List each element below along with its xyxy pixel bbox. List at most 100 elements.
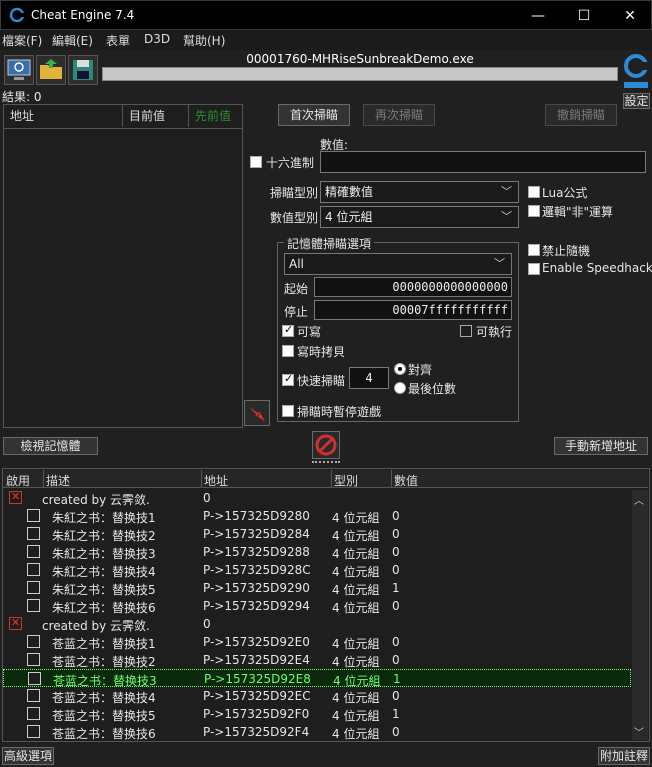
no-random-checkbox[interactable] [528,244,540,256]
value-type-select[interactable]: 4 位元組 ﹀ [320,206,519,228]
table-row[interactable]: 朱紅之书：替换技3 P->157325D9288 4 位元組 0 [3,543,631,561]
splitter-handle[interactable] [312,461,340,464]
group-active-checkbox[interactable] [9,490,22,504]
undo-scan-button[interactable]: 撤銷掃瞄 [545,104,617,126]
table-row[interactable]: 苍蓝之书：替换技2 P->157325D92E4 4 位元組 0 [3,651,631,669]
table-row[interactable]: 朱紅之书：替换技1 P->157325D9280 4 位元組 0 [3,507,631,525]
memory-region-value: All [289,257,304,271]
scan-progress-bar [102,67,618,81]
next-scan-button[interactable]: 再次掃瞄 [363,104,435,126]
copy-on-write-checkbox[interactable] [282,345,294,357]
arrow-down-right-icon [249,407,265,421]
row-description: 苍蓝之书：替换技2 [52,655,156,669]
header-value[interactable]: 數值 [394,472,418,489]
advanced-options-button[interactable]: 高級選項 [2,747,54,765]
close-button[interactable]: ✕ [607,1,652,31]
align-radio[interactable] [394,363,406,375]
settings-button[interactable]: 設定 [623,93,650,109]
open-table-button[interactable] [36,55,66,85]
start-address-input[interactable]: 0000000000000000 [314,277,512,297]
col-current-value[interactable]: 目前值 [122,105,188,127]
table-row[interactable]: 朱紅之书：替换技5 P->157325D9290 4 位元組 1 [3,579,631,597]
add-address-manually-button[interactable]: 手動新增地址 [554,437,648,455]
not-operation-checkbox[interactable] [528,205,540,217]
executable-checkbox[interactable] [460,325,472,337]
cheat-engine-logo-icon[interactable] [622,52,650,90]
col-address[interactable]: 地址 [4,105,120,127]
row-value: 0 [392,689,400,703]
table-row[interactable]: 朱紅之书：替换技4 P->157325D928C 4 位元組 0 [3,561,631,579]
table-row[interactable]: 朱紅之书：替换技6 P->157325D9294 4 位元組 0 [3,597,631,615]
scroll-up-icon[interactable]: ︿ [634,492,644,507]
group-active-checkbox[interactable] [9,616,22,630]
row-type: 4 位元組 [332,511,380,525]
active-checkbox[interactable] [27,725,40,738]
active-checkbox[interactable] [28,672,41,685]
active-checkbox[interactable] [27,563,40,576]
hex-checkbox[interactable] [250,156,262,168]
row-address: P->157325D92F0 [203,707,310,721]
speedhack-checkbox[interactable] [528,263,540,275]
pause-game-checkbox[interactable] [282,405,294,417]
value-input[interactable] [320,151,646,173]
table-extras-button[interactable]: 附加註釋 [598,747,650,765]
row-value: 0 [392,599,400,613]
row-type: 4 位元組 [332,547,380,561]
group-header-row[interactable]: created by 云霁敛. 0 [3,489,631,507]
active-checkbox[interactable] [27,509,40,522]
memory-view-button[interactable]: 檢視記憶體 [3,437,98,455]
title-bar: Cheat Engine 7.4 — ☐ ✕ [0,0,652,30]
header-type[interactable]: 型別 [334,472,358,489]
add-selected-to-list-button[interactable] [244,400,270,426]
row-value: 0 [203,491,211,505]
open-process-button[interactable] [4,55,34,85]
row-description: 朱紅之书：替换技3 [52,547,156,561]
copy-on-write-label: 寫時拷貝 [297,345,346,359]
row-type: 4 位元組 [332,601,380,615]
active-checkbox[interactable] [27,527,40,540]
active-checkbox[interactable] [27,689,40,702]
first-scan-button[interactable]: 首次掃瞄 [278,104,350,126]
lua-formula-checkbox[interactable] [528,186,540,198]
table-row[interactable]: 苍蓝之书：替换技6 P->157325D92F4 4 位元組 0 [3,723,631,741]
stop-button[interactable] [312,431,340,459]
active-checkbox[interactable] [27,599,40,612]
menu-help[interactable]: 幫助(H) [183,32,225,49]
address-list-scrollbar[interactable]: ︿ ﹀ [632,490,648,740]
menu-d3d[interactable]: D3D [144,32,170,46]
scroll-down-icon[interactable]: ﹀ [634,724,644,739]
row-type: 4 位元組 [332,583,380,597]
active-checkbox[interactable] [27,707,40,720]
group-header-row[interactable]: created by 云霁敛. 0 [3,615,631,633]
header-active[interactable]: 啟用 [6,472,30,489]
fast-scan-checkbox[interactable] [282,372,294,386]
memory-region-select[interactable]: All ﹀ [284,253,512,275]
table-row[interactable]: 苍蓝之书：替换技5 P->157325D92F0 4 位元組 1 [3,705,631,723]
active-checkbox[interactable] [27,635,40,648]
maximize-button[interactable]: ☐ [561,1,607,31]
table-row[interactable]: 苍蓝之书：替换技3 P->157325D92E8 4 位元組 1 [3,669,631,688]
row-value: 0 [392,653,400,667]
menu-edit[interactable]: 編輯(E) [52,32,93,49]
header-description[interactable]: 描述 [46,472,70,489]
last-digits-radio[interactable] [394,382,406,394]
save-table-button[interactable] [68,55,98,85]
scan-type-select[interactable]: 精確數值 ﹀ [320,181,519,203]
table-row[interactable]: 苍蓝之书：替换技4 P->157325D92EC 4 位元組 0 [3,687,631,705]
minimize-button[interactable]: — [515,1,561,31]
active-checkbox[interactable] [27,545,40,558]
table-row[interactable]: 朱紅之书：替换技2 P->157325D9284 4 位元組 0 [3,525,631,543]
col-previous-value[interactable]: 先前值 [188,105,242,127]
writable-checkbox[interactable] [282,323,294,337]
menu-table[interactable]: 表單 [106,32,130,49]
table-row[interactable]: 苍蓝之书：替换技1 P->157325D92E0 4 位元組 0 [3,633,631,651]
row-description: 苍蓝之书：替换技4 [52,691,156,705]
found-address-list[interactable]: 地址 目前值 先前值 [3,104,243,428]
menu-file[interactable]: 檔案(F) [2,32,42,49]
header-address[interactable]: 地址 [204,472,228,489]
align-label: 對齊 [408,363,433,377]
active-checkbox[interactable] [27,653,40,666]
fast-scan-value-input[interactable]: 4 [349,367,389,389]
active-checkbox[interactable] [27,581,40,594]
stop-address-input[interactable]: 00007fffffffffff [314,300,512,320]
